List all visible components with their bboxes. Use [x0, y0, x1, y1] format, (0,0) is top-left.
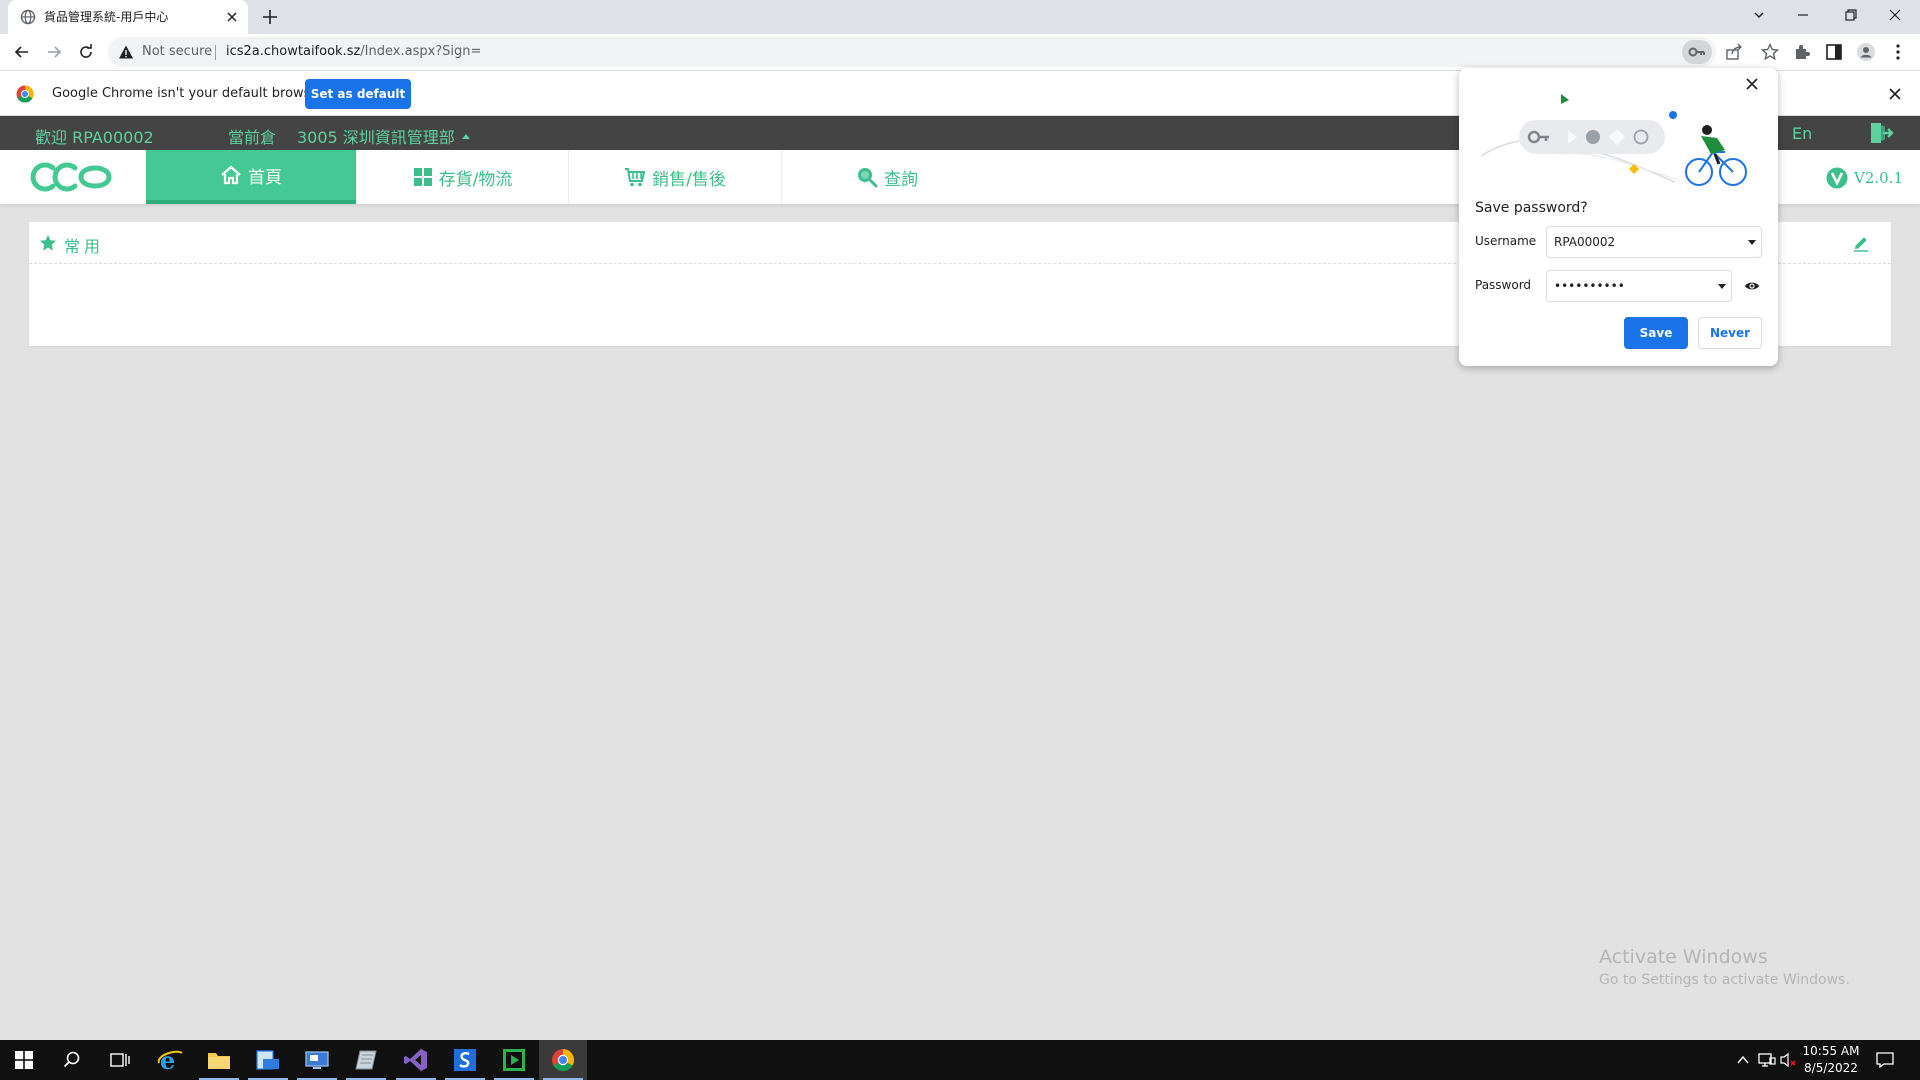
- profile-icon[interactable]: [1856, 42, 1876, 62]
- clock-time[interactable]: 10:55 AM: [1796, 1044, 1866, 1058]
- favorites-title: 常用: [64, 237, 105, 256]
- globe-icon: [20, 9, 36, 25]
- password-value: ••••••••••: [1554, 279, 1625, 293]
- username-dropdown-icon: [1748, 240, 1756, 245]
- visual-studio-icon[interactable]: [392, 1040, 440, 1080]
- minimize-icon[interactable]: [1780, 0, 1826, 30]
- tab-title: 貨品管理系統-用戶中心: [44, 10, 169, 24]
- never-save-button[interactable]: Never: [1698, 317, 1762, 349]
- back-icon[interactable]: [12, 42, 32, 62]
- activate-windows-subtitle: Go to Settings to activate Windows.: [1599, 972, 1850, 988]
- tab-close-icon[interactable]: [224, 9, 240, 25]
- current-store-label: 當前倉: [228, 128, 277, 147]
- infobar-close-icon[interactable]: [1887, 86, 1903, 102]
- show-password-eye-icon[interactable]: [1744, 278, 1760, 294]
- username-label: Username: [1475, 234, 1537, 248]
- nav-home[interactable]: 首頁: [146, 150, 356, 204]
- side-panel-icon[interactable]: [1824, 42, 1844, 62]
- network-icon[interactable]: [1758, 1052, 1776, 1068]
- security-label[interactable]: Not secure: [142, 44, 212, 59]
- nav-inventory-label: 存貨/物流: [438, 169, 513, 190]
- nav-sales-label: 銷售/售後: [652, 169, 726, 190]
- nav-home-label: 首頁: [248, 167, 282, 188]
- new-tab-icon[interactable]: [260, 7, 280, 27]
- bookmark-star-icon[interactable]: [1760, 42, 1780, 62]
- task-view-icon[interactable]: [96, 1040, 144, 1080]
- logout-icon[interactable]: [1868, 121, 1894, 145]
- language-switch[interactable]: En: [1792, 124, 1812, 143]
- password-label: Password: [1475, 278, 1532, 292]
- username-value: RPA00002: [1554, 235, 1616, 249]
- activate-windows-title: Activate Windows: [1599, 946, 1768, 968]
- search-icon: [858, 168, 878, 188]
- browser-tab[interactable]: 貨品管理系統-用戶中心: [8, 0, 248, 34]
- windows-taskbar: e 10:55 AM 8/5/2022: [0, 1040, 1920, 1080]
- url-path: /Index.aspx?Sign=: [360, 44, 482, 59]
- file-explorer-icon[interactable]: [195, 1040, 243, 1080]
- browser-toolbar: Not secure ics2a.chowtaifook.sz/Index.as…: [0, 34, 1920, 70]
- grid-icon: [413, 168, 432, 186]
- chrome-taskbar-icon[interactable]: [539, 1040, 587, 1080]
- menu-dots-icon[interactable]: [1888, 42, 1908, 62]
- close-window-icon[interactable]: [1872, 0, 1918, 30]
- password-key-icon[interactable]: [1682, 40, 1712, 64]
- app-logo[interactable]: [29, 160, 113, 194]
- tab-search-icon[interactable]: [1736, 0, 1782, 30]
- edit-pencil-icon[interactable]: [1852, 234, 1870, 252]
- version-badge: V2.0.1: [1826, 167, 1903, 189]
- app-player-icon[interactable]: [490, 1040, 538, 1080]
- address-bar[interactable]: Not secure ics2a.chowtaifook.sz/Index.as…: [108, 37, 1780, 67]
- url-text[interactable]: ics2a.chowtaifook.sz/Index.aspx?Sign=: [226, 44, 481, 59]
- infobar-message: Google Chrome isn't your default browser: [52, 86, 324, 101]
- nav-query-label: 查詢: [884, 169, 918, 190]
- username-field[interactable]: RPA00002: [1546, 226, 1762, 258]
- nav-query[interactable]: 查詢: [782, 150, 992, 204]
- nav-inventory[interactable]: 存貨/物流: [357, 150, 568, 204]
- dialog-title: Save password?: [1475, 200, 1588, 216]
- set-as-default-button[interactable]: Set as default: [305, 79, 411, 109]
- forward-icon[interactable]: [44, 42, 64, 62]
- tray-chevron-icon[interactable]: [1736, 1053, 1750, 1067]
- store-selector[interactable]: 3005 深圳資訊管理部: [297, 124, 471, 148]
- password-dropdown-icon: [1718, 284, 1726, 289]
- extensions-icon[interactable]: [1792, 42, 1812, 62]
- save-password-button[interactable]: Save: [1624, 317, 1688, 349]
- app-window-icon[interactable]: [244, 1040, 292, 1080]
- clock-date[interactable]: 8/5/2022: [1796, 1061, 1866, 1075]
- home-icon: [221, 165, 241, 185]
- caret-up-icon: [461, 134, 470, 139]
- welcome-text: 歡迎 RPA00002: [35, 128, 154, 147]
- password-field[interactable]: ••••••••••: [1546, 270, 1732, 302]
- version-text: V2.0.1: [1854, 169, 1903, 187]
- notification-center-icon[interactable]: [1876, 1051, 1894, 1069]
- current-store-value: 3005 深圳資訊管理部: [297, 128, 455, 147]
- reload-icon[interactable]: [76, 42, 96, 62]
- url-separator: [215, 45, 216, 60]
- browser-tab-strip: 貨品管理系統-用戶中心: [0, 0, 1920, 34]
- share-icon[interactable]: [1724, 42, 1744, 62]
- chrome-logo-icon: [16, 85, 34, 103]
- windows-logo-icon: [15, 1051, 33, 1069]
- restore-icon[interactable]: [1828, 0, 1874, 30]
- version-v-icon: [1826, 167, 1848, 189]
- star-icon: [39, 234, 57, 252]
- svg-text:e: e: [160, 1047, 175, 1073]
- nav-sales[interactable]: 銷售/售後: [569, 150, 781, 204]
- taskbar-search-icon[interactable]: [48, 1040, 96, 1080]
- app-notebook-icon[interactable]: [342, 1040, 390, 1080]
- save-password-dialog: Save password? Username RPA00002 Passwor…: [1459, 68, 1778, 366]
- cart-icon: [625, 168, 646, 187]
- url-host: ics2a.chowtaifook.sz: [226, 44, 361, 59]
- app-monitor-icon[interactable]: [293, 1040, 341, 1080]
- warning-icon[interactable]: [118, 44, 134, 60]
- start-button[interactable]: [0, 1040, 48, 1080]
- app-s-icon[interactable]: [441, 1040, 489, 1080]
- password-illustration: [1479, 80, 1759, 192]
- internet-explorer-icon[interactable]: e: [146, 1040, 194, 1080]
